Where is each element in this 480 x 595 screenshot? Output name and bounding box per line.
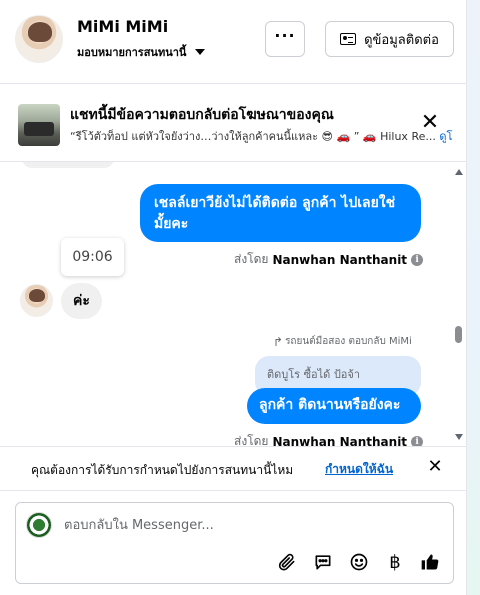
page-avatar — [26, 512, 52, 538]
view-contact-info-label: ดูข้อมูลติดต่อ — [364, 32, 439, 48]
caret-down-icon — [195, 49, 206, 55]
assign-notice-text: คุณต้องการได้รับการกำหนดไปยังการสนทนานี้… — [31, 463, 294, 477]
assign-conversation-dropdown[interactable]: มอบหมายการสนทนานี้ — [77, 43, 206, 61]
ad-view-link[interactable]: ดูโ — [439, 130, 452, 143]
reply-header: ↱ รถยนต์มือสอง ตอบกลับ MiMi — [273, 334, 412, 349]
scroll-down-icon[interactable] — [455, 434, 463, 440]
attachment-icon[interactable] — [276, 551, 298, 573]
previous-message-bubble — [22, 162, 114, 168]
ad-reply-banner: แชทนี้มีข้อความตอบกลับต่อโฆษณาของคุณ “รี… — [0, 84, 466, 162]
ad-snippet: “รีโว้ตัวท็อป แต่หัวใจยังว่าง…ว่างให้ลูก… — [70, 127, 466, 145]
incoming-message[interactable]: ค่ะ — [61, 283, 102, 319]
close-notice-icon[interactable]: ✕ — [426, 458, 444, 476]
conversation-header: MiMi MiMi มอบหมายการสนทนานี้ ··· ดูข้อมู… — [0, 0, 466, 84]
sender-avatar — [20, 284, 53, 317]
timestamp-tooltip: 09:06 — [61, 238, 124, 276]
reply-header-text: รถยนต์มือสอง ตอบกลับ MiMi — [285, 336, 412, 347]
ad-snippet-text: “รีโว้ตัวท็อป แต่หัวใจยังว่าง…ว่างให้ลูก… — [70, 130, 436, 143]
reply-arrow-icon: ↱ — [273, 334, 284, 349]
view-contact-info-button[interactable]: ดูข้อมูลติดต่อ — [325, 21, 454, 57]
composer-box[interactable]: ฿ — [15, 502, 454, 584]
outgoing-reply-message[interactable]: ลูกค้า ติดนานหรือยังคะ — [247, 388, 421, 424]
contact-name[interactable]: MiMi MiMi — [77, 17, 168, 36]
saved-reply-icon[interactable] — [312, 551, 334, 573]
assign-notice-bar: คุณต้องการได้รับการกำหนดไปยังการสนทนานี้… — [0, 446, 466, 490]
emoji-icon[interactable] — [348, 551, 370, 573]
reply-input[interactable] — [64, 515, 434, 535]
outgoing-message[interactable]: เชลล์เยาวีย้งไม่ได้ติดต่อ ลูกค้า ไปเลยใช… — [140, 184, 421, 242]
scroll-thumb[interactable] — [455, 326, 462, 343]
assign-label: มอบหมายการสนทนานี้ — [77, 46, 187, 59]
sent-by-name: Nanwhan Nanthanit — [272, 434, 408, 447]
close-banner-icon[interactable]: ✕ — [420, 112, 440, 134]
scroll-up-icon[interactable] — [455, 169, 463, 175]
contact-avatar[interactable] — [15, 15, 63, 63]
sent-by-prefix: ส่งโดย — [234, 252, 269, 266]
id-card-icon — [340, 33, 357, 45]
thumbs-up-icon[interactable] — [419, 551, 441, 573]
sent-by-prefix: ส่งโดย — [234, 434, 269, 446]
more-options-button[interactable]: ··· — [265, 21, 305, 57]
info-icon[interactable]: i — [411, 435, 424, 446]
ad-banner-title: แชทนี้มีข้อความตอบกลับต่อโฆษณาของคุณ — [70, 107, 334, 123]
assign-to-me-link[interactable]: กำหนดให้ฉัน — [325, 460, 393, 479]
composer-area: ฿ — [0, 490, 466, 595]
payment-baht-icon[interactable]: ฿ — [384, 551, 406, 573]
sent-by-line: ส่งโดย Nanwhan Nanthanit i — [234, 432, 424, 447]
message-thread[interactable]: เชลล์เยาวีย้งไม่ได้ติดต่อ ลูกค้า ไปเลยใช… — [0, 162, 466, 446]
side-panel-edge — [466, 0, 480, 595]
sent-by-name: Nanwhan Nanthanit — [272, 252, 408, 267]
ad-thumbnail[interactable] — [18, 104, 60, 146]
info-icon[interactable]: i — [411, 253, 424, 266]
more-icon: ··· — [274, 26, 296, 45]
sent-by-line: ส่งโดย Nanwhan Nanthanit i — [234, 250, 424, 269]
scrollbar[interactable] — [454, 162, 464, 446]
